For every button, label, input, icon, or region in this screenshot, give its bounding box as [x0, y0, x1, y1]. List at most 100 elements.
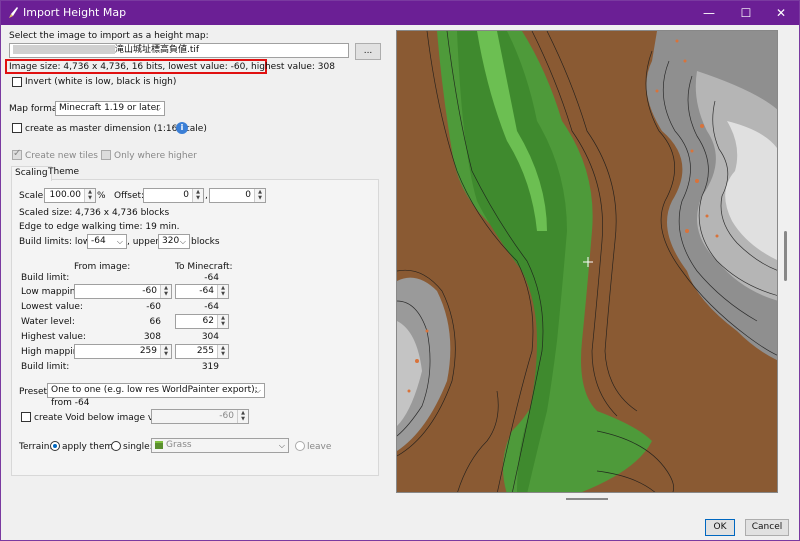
offset-label: Offset:: [114, 191, 145, 201]
high-mapping-to-value: 255: [196, 346, 214, 356]
scale-label: Scale:: [19, 191, 47, 201]
walk-time-text: Edge to edge walking time: 19 min.: [19, 222, 180, 232]
spinner-arrows-icon[interactable]: ▲ ▼: [217, 345, 228, 358]
tab-theme[interactable]: Theme: [45, 166, 82, 180]
chevron-down-icon: ⌵: [278, 441, 285, 450]
spinner-arrows-icon[interactable]: ▲ ▼: [160, 345, 171, 358]
grass-block-icon: [155, 440, 163, 449]
lowest-value-label: Lowest value:: [21, 302, 83, 312]
create-new-tiles-checkbox[interactable]: [12, 148, 22, 160]
spinner-arrows-icon[interactable]: ▲ ▼: [84, 189, 95, 202]
maximize-button[interactable]: ☐: [728, 1, 764, 25]
high-mapping-from-spinner[interactable]: 259 ▲ ▼: [74, 344, 172, 359]
brush-icon: [9, 7, 18, 18]
select-image-label: Select the image to import as a height m…: [9, 31, 209, 41]
spinner-arrows-icon[interactable]: ▲ ▼: [160, 285, 171, 298]
highest-value-label: Highest value:: [21, 332, 86, 342]
to-minecraft-header: To Minecraft:: [175, 262, 233, 272]
build-limit-bottom-label: Build limit:: [21, 362, 70, 372]
cancel-button[interactable]: Cancel: [745, 519, 789, 536]
upper-limit-label: , upper:: [127, 237, 162, 247]
water-level-label: Water level:: [21, 317, 75, 327]
high-mapping-to-spinner[interactable]: 255 ▲ ▼: [175, 344, 229, 359]
map-format-select[interactable]: Minecraft 1.19 or later ⌵: [55, 101, 165, 116]
terrain-label: Terrain:: [19, 442, 53, 452]
file-path-input[interactable]: 滝山城址標高負値.tif: [9, 43, 349, 58]
water-level-from: 66: [149, 317, 161, 327]
offset-y-value: 0: [245, 190, 251, 200]
master-dimension-checkbox[interactable]: [12, 123, 22, 133]
preview-horizontal-scrollbar[interactable]: [566, 498, 608, 500]
low-mapping-to-spinner[interactable]: -64 ▲ ▼: [175, 284, 229, 299]
preset-label: Preset:: [19, 387, 51, 397]
single-terrain-value: Grass: [166, 440, 192, 450]
apply-theme-radio[interactable]: [50, 441, 60, 451]
water-level-to-spinner[interactable]: 62 ▲ ▼: [175, 314, 229, 329]
spinner-arrows-icon[interactable]: ▲ ▼: [192, 189, 203, 202]
chevron-down-icon: ⌵: [254, 386, 261, 395]
offset-y-spinner[interactable]: 0 ▲ ▼: [209, 188, 266, 203]
single-terrain-select[interactable]: Grass ⌵: [151, 438, 289, 453]
invert-label: Invert (white is low, black is high): [25, 77, 177, 87]
chevron-down-icon: ⌵: [179, 237, 186, 246]
percent-label: %: [97, 191, 106, 201]
from-image-header: From image:: [74, 262, 131, 272]
ok-button[interactable]: OK: [705, 519, 735, 536]
build-limit-bottom-value: 319: [201, 362, 219, 372]
leave-terrain-radio[interactable]: [295, 441, 305, 451]
create-void-checkbox[interactable]: [21, 412, 31, 422]
scale-value: 100.00: [49, 190, 82, 200]
close-button[interactable]: ✕: [763, 1, 799, 25]
spinner-arrows-icon[interactable]: ▲ ▼: [254, 189, 265, 202]
preview-vertical-scrollbar[interactable]: [784, 231, 787, 281]
leave-terrain-label: leave: [307, 442, 332, 452]
chevron-down-icon: ⌵: [116, 237, 123, 246]
highest-value-to: 304: [201, 332, 219, 342]
high-mapping-from-value: 259: [139, 346, 157, 356]
redacted-path: [13, 45, 115, 54]
minimize-button[interactable]: —: [691, 1, 727, 25]
water-level-to-value: 62: [202, 316, 214, 326]
offset-x-spinner[interactable]: 0 ▲ ▼: [143, 188, 204, 203]
preset-select[interactable]: One to one (e.g. low res WorldPainter ex…: [47, 383, 265, 408]
heightmap-preview[interactable]: [396, 30, 778, 493]
scaled-size-text: Scaled size: 4,736 x 4,736 blocks: [19, 208, 170, 218]
title-bar: Import Height Map — ☐ ✕: [1, 1, 799, 25]
browse-button[interactable]: ...: [355, 43, 381, 60]
lowest-value-from: -60: [146, 302, 161, 312]
build-limit-top-value: -64: [204, 273, 219, 283]
blocks-label: blocks: [191, 237, 220, 247]
low-mapping-from-value: -60: [142, 286, 157, 296]
map-format-value: Minecraft 1.19 or later: [59, 103, 160, 113]
spinner-arrows-icon[interactable]: ▲ ▼: [217, 285, 228, 298]
window-title: Import Height Map: [23, 6, 127, 19]
upper-limit-select[interactable]: 320 ⌵: [158, 234, 190, 249]
void-value: -60: [219, 411, 234, 421]
low-mapping-to-value: -64: [199, 286, 214, 296]
file-path-text: 滝山城址標高負値.tif: [115, 45, 200, 55]
low-mapping-from-spinner[interactable]: -60 ▲ ▼: [74, 284, 172, 299]
info-icon[interactable]: i: [176, 122, 188, 134]
spinner-arrows-icon[interactable]: ▲ ▼: [217, 315, 228, 328]
spinner-arrows-icon[interactable]: ▲ ▼: [237, 410, 248, 423]
lower-limit-value: -64: [91, 236, 106, 246]
lower-limit-select[interactable]: -64 ⌵: [87, 234, 127, 249]
lowest-value-to: -64: [204, 302, 219, 312]
only-where-higher-label: Only where higher: [114, 151, 197, 161]
offset-x-value: 0: [183, 190, 189, 200]
void-value-spinner[interactable]: -60 ▲ ▼: [151, 409, 249, 424]
single-terrain-label: single:: [123, 442, 153, 452]
scale-spinner[interactable]: 100.00 ▲ ▼: [44, 188, 96, 203]
image-info-text: Image size: 4,736 x 4,736, 16 bits, lowe…: [9, 62, 335, 72]
invert-checkbox[interactable]: [12, 77, 22, 87]
build-limit-top-label: Build limit:: [21, 273, 70, 283]
heightmap-preview-image: [397, 31, 777, 492]
import-height-map-dialog: Import Height Map — ☐ ✕ Select the image…: [0, 0, 800, 541]
offset-comma: ,: [205, 191, 208, 201]
upper-limit-value: 320: [162, 236, 180, 246]
single-terrain-radio[interactable]: [111, 441, 121, 451]
create-new-tiles-label: Create new tiles: [25, 151, 98, 161]
only-where-higher-checkbox[interactable]: [101, 150, 111, 160]
highest-value-from: 308: [143, 332, 161, 342]
chevron-down-icon: ⌵: [154, 104, 161, 113]
